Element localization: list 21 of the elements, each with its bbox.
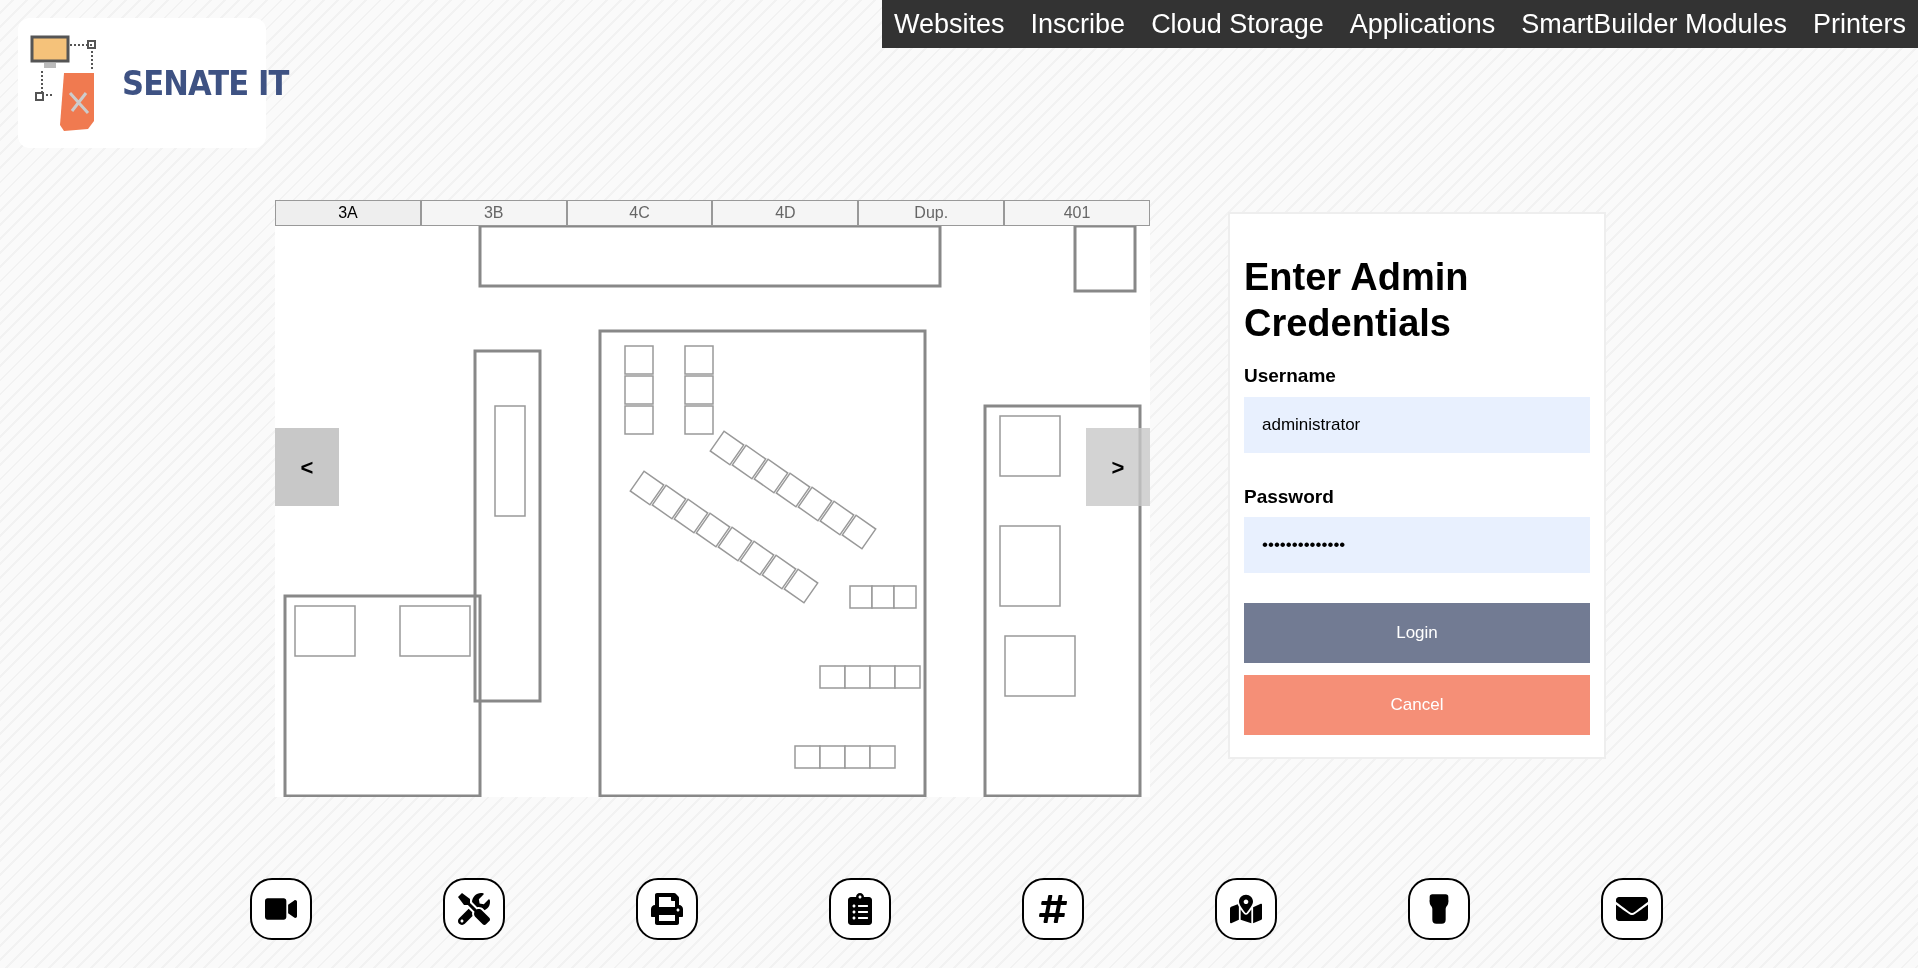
nav-link[interactable]: Applications (1349, 3, 1496, 45)
nav-link[interactable]: Websites (894, 3, 1005, 45)
floor-tab[interactable]: 4C (566, 200, 713, 226)
nav-link[interactable]: Cloud Storage (1151, 3, 1324, 45)
nav-link[interactable]: SmartBuilder Modules (1521, 3, 1787, 45)
next-button[interactable]: > (1086, 428, 1150, 506)
login-button[interactable]: Login (1244, 603, 1590, 663)
previous-button[interactable]: < (275, 428, 339, 506)
login-title: Enter Admin Credentials (1244, 255, 1470, 346)
nav-link[interactable]: Inscribe (1030, 3, 1126, 45)
floor-tab[interactable]: 4D (712, 200, 859, 226)
floor-tab[interactable]: 401 (1004, 200, 1150, 226)
password-field[interactable]: •••••••••••••• (1244, 517, 1590, 573)
logo-text: SENATE IT (122, 66, 289, 100)
floor-tab[interactable]: Dup. (858, 200, 1005, 226)
floor-tab[interactable]: 3A (275, 200, 421, 226)
password-label: Password (1244, 484, 1335, 509)
nav-link[interactable]: Printers (1812, 3, 1906, 45)
username-label: Username (1244, 364, 1337, 388)
username-field[interactable]: administrator (1244, 396, 1590, 453)
floor-tab[interactable]: 3B (420, 200, 567, 226)
